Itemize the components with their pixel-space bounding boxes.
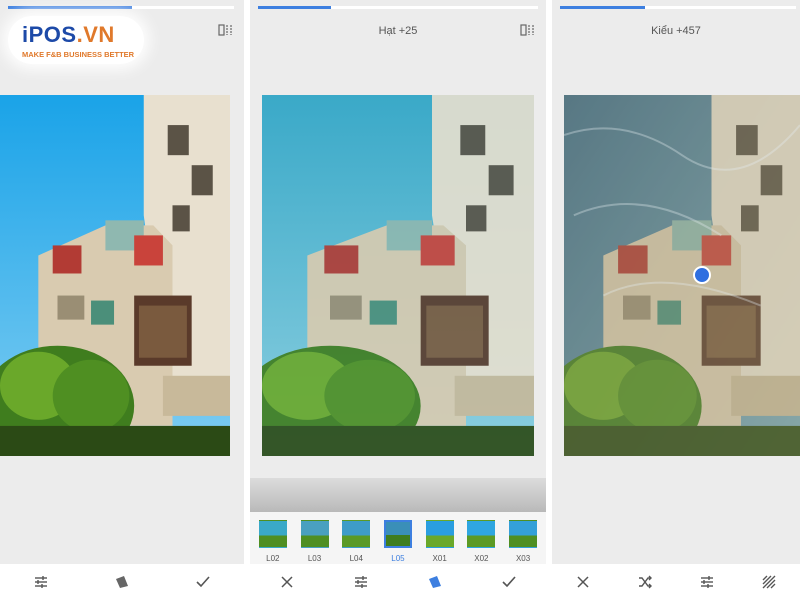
progress-bar (560, 6, 796, 9)
filter-thumb-l04[interactable]: L04 (338, 512, 374, 568)
filter-thumb-label: X03 (515, 554, 531, 563)
filter-thumb-image (300, 520, 329, 548)
filter-thumb-x03[interactable]: X03 (505, 512, 541, 568)
progress-fill (560, 6, 645, 9)
logo-brand-suffix: .VN (76, 22, 115, 47)
compare-icon[interactable] (218, 24, 232, 36)
editor-screen-3: Kiểu +457 (552, 0, 800, 600)
progress-bar (258, 6, 538, 9)
filter-thumb-x02[interactable]: X02 (463, 512, 499, 568)
panel-shadow (250, 478, 546, 512)
filter-thumb-image (342, 520, 371, 548)
shuffle-icon[interactable] (633, 570, 657, 594)
progress-fill (258, 6, 331, 9)
texture-icon[interactable] (757, 570, 781, 594)
tune-icon[interactable] (29, 570, 53, 594)
tune-icon[interactable] (349, 570, 373, 594)
filter-thumb-l02[interactable]: L02 (255, 512, 291, 568)
compare-icon[interactable] (520, 24, 534, 36)
adjustment-label: Hạt +25 (378, 25, 418, 37)
editor-screen-1: iPOS.VN MAKE F&B BUSINESS BETTER (0, 0, 244, 600)
filter-thumb-image (383, 520, 412, 548)
progress-bar (8, 6, 234, 9)
tune-icon[interactable] (695, 570, 719, 594)
filter-thumb-l05[interactable]: L05 (380, 512, 416, 568)
filter-strip: L02 L03 L04 L05 X01 X02 X03 (250, 512, 546, 568)
progress-fill (8, 6, 133, 9)
filter-thumb-x01[interactable]: X01 (422, 512, 458, 568)
filter-thumb-image (258, 520, 287, 548)
editor-screen-2: Hạt +25 L02 L03 L04 L05 X01 X02 X03 (250, 0, 546, 600)
filter-thumb-label: X01 (432, 554, 447, 563)
filter-thumb-image (467, 520, 496, 548)
filter-thumb-image (425, 520, 454, 548)
ipos-logo: iPOS.VN MAKE F&B BUSINESS BETTER (8, 16, 144, 64)
filter-thumb-label: L02 (266, 554, 280, 563)
bottom-toolbar (552, 564, 800, 600)
checkmark-icon[interactable] (497, 570, 521, 594)
filter-thumb-label: L05 (391, 554, 405, 563)
bottom-toolbar (0, 564, 244, 600)
logo-tagline: MAKE F&B BUSINESS BETTER (22, 50, 135, 59)
filter-style-icon[interactable] (110, 570, 134, 594)
filter-thumb-l03[interactable]: L03 (297, 512, 333, 568)
photo-preview[interactable] (564, 95, 800, 456)
close-icon[interactable] (571, 570, 595, 594)
filter-style-icon[interactable] (423, 570, 447, 594)
photo-preview[interactable] (262, 95, 534, 456)
logo-brand: iPOS (22, 22, 77, 47)
filter-thumb-label: L04 (349, 554, 363, 563)
filter-thumb-label: L03 (307, 554, 322, 563)
photo-preview[interactable] (0, 95, 230, 456)
filter-thumb-image (509, 520, 538, 548)
bottom-toolbar (250, 564, 546, 600)
checkmark-icon[interactable] (191, 570, 215, 594)
edit-point-handle[interactable] (693, 266, 711, 284)
filter-thumb-label: X02 (474, 554, 489, 563)
close-icon[interactable] (275, 570, 299, 594)
adjustment-label: Kiểu +457 (651, 25, 701, 37)
